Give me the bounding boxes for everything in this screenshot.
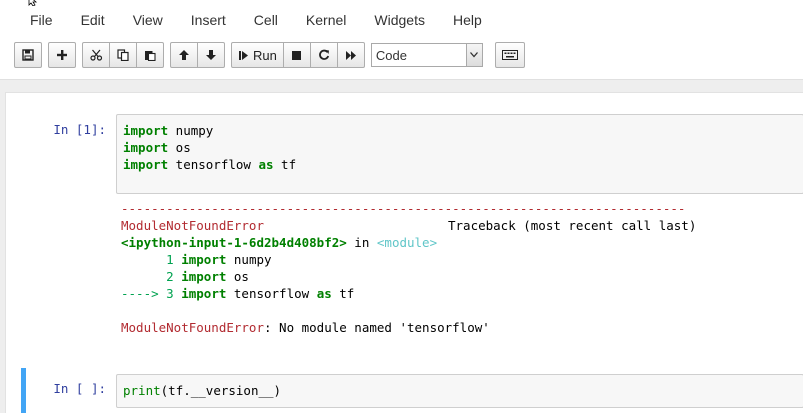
plus-icon <box>57 50 67 60</box>
traceback-line: 2 import os <box>121 269 249 284</box>
notebook-container: In [1]: import numpy import os import te… <box>5 92 803 413</box>
menubar: File Edit View Insert Cell Kernel Widget… <box>14 5 496 35</box>
code-line: import os <box>123 140 191 155</box>
arrow-down-icon <box>206 50 216 60</box>
code-editor[interactable]: import numpy import os import tensorflow… <box>116 114 803 194</box>
copy-icon <box>117 49 129 61</box>
menu-cell[interactable]: Cell <box>240 5 292 35</box>
traceback-line: ----> 3 import tensorflow as tf <box>121 286 355 301</box>
run-all-button[interactable] <box>336 42 365 68</box>
menu-view[interactable]: View <box>119 5 177 35</box>
input-prompt: In [ ]: <box>53 381 106 396</box>
menu-widgets[interactable]: Widgets <box>360 5 439 35</box>
save-button[interactable] <box>14 42 42 68</box>
cell-type-select[interactable]: Code <box>370 43 483 67</box>
toolbar: Run Code <box>14 42 531 68</box>
copy-button[interactable] <box>109 42 137 68</box>
menu-help[interactable]: Help <box>439 5 496 35</box>
interrupt-button[interactable] <box>282 42 311 68</box>
paste-icon <box>145 51 156 61</box>
command-palette-button[interactable] <box>494 42 525 68</box>
error-message: ModuleNotFoundError: No module named 'te… <box>121 320 490 335</box>
run-icon <box>239 50 248 60</box>
move-up-button[interactable] <box>170 42 198 68</box>
stop-icon <box>292 50 302 60</box>
input-prompt: In [1]: <box>53 122 106 137</box>
traceback-line: 1 import numpy <box>121 252 272 267</box>
cut-button[interactable] <box>82 42 110 68</box>
traceback-location: <ipython-input-1-6d2b4d408bf2> in <modul… <box>121 235 438 250</box>
cell-type-value: Code <box>375 48 407 63</box>
code-line: print(tf.__version__) <box>123 383 282 398</box>
insert-cell-button[interactable] <box>48 42 76 68</box>
save-icon <box>22 49 34 61</box>
restart-icon <box>319 49 329 60</box>
traceback-header: ModuleNotFoundError Traceback (most recen… <box>121 218 697 233</box>
arrow-up-icon <box>179 50 189 60</box>
code-editor[interactable]: print(tf.__version__) <box>116 374 803 408</box>
notebook-window: File Edit View Insert Cell Kernel Widget… <box>0 0 803 413</box>
fast-forward-icon <box>345 50 356 60</box>
menu-insert[interactable]: Insert <box>177 5 240 35</box>
run-label: Run <box>253 47 277 63</box>
run-button[interactable]: Run <box>231 42 284 68</box>
header: File Edit View Insert Cell Kernel Widget… <box>0 0 803 80</box>
move-down-button[interactable] <box>197 42 225 68</box>
restart-button[interactable] <box>309 42 338 68</box>
paste-button[interactable] <box>136 42 164 68</box>
keyboard-icon <box>501 50 518 60</box>
code-line: import numpy <box>123 123 214 138</box>
error-output: ----------------------------------------… <box>121 200 803 336</box>
code-line: import tensorflow as tf <box>123 157 297 172</box>
cut-icon <box>89 49 102 61</box>
menu-kernel[interactable]: Kernel <box>292 5 360 35</box>
traceback-separator: ----------------------------------------… <box>121 201 686 216</box>
chevron-down-icon <box>465 44 482 66</box>
menu-edit[interactable]: Edit <box>67 5 119 35</box>
menu-file[interactable]: File <box>14 5 67 35</box>
